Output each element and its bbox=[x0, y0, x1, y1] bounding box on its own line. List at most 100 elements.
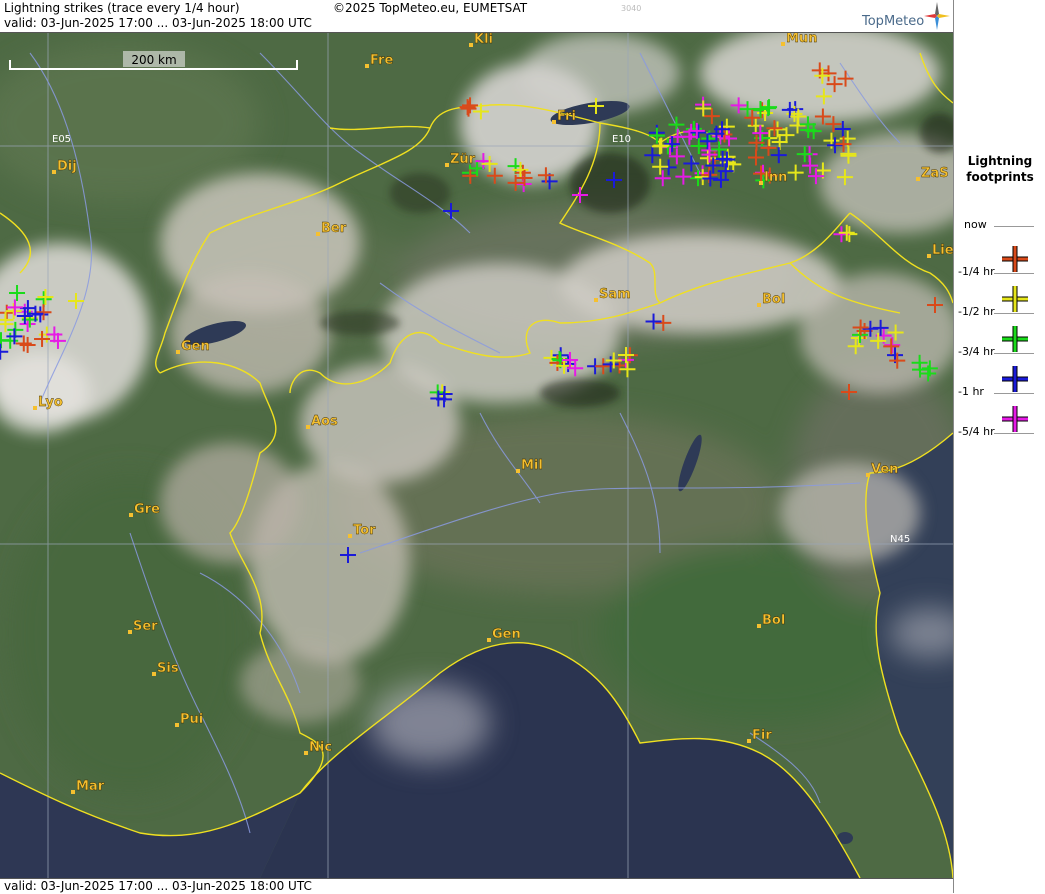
city-dot bbox=[33, 406, 37, 410]
legend-cross-icon bbox=[1002, 326, 1028, 352]
city-label: ZaS bbox=[921, 166, 949, 181]
city-label: Sis bbox=[157, 661, 179, 676]
city-mun: Mun bbox=[781, 33, 818, 46]
grid-label-lon-1: E05 bbox=[52, 134, 71, 145]
scale-label: 200 km bbox=[131, 53, 176, 67]
city-label: Ser bbox=[133, 619, 158, 634]
city-zur: Zür bbox=[445, 152, 476, 167]
city-dot bbox=[175, 723, 179, 727]
city-dot bbox=[747, 739, 751, 743]
legend-cross-icon bbox=[1002, 246, 1028, 272]
city-label: Bol bbox=[762, 292, 785, 307]
city-gre: Gre bbox=[129, 502, 160, 517]
city-label: Tor bbox=[353, 523, 376, 538]
city-inn: Inn bbox=[759, 170, 788, 185]
city-label: Gen bbox=[181, 339, 210, 354]
city-dot bbox=[306, 425, 310, 429]
city-dot bbox=[152, 672, 156, 676]
grid-label-lon-2: E10 bbox=[612, 134, 631, 145]
city-sis: Sis bbox=[152, 661, 179, 676]
city-ven: Ven bbox=[866, 462, 899, 477]
city-dot bbox=[759, 181, 763, 185]
map-code: 3040 bbox=[621, 4, 642, 13]
city-dot bbox=[316, 232, 320, 236]
city-dot bbox=[594, 298, 598, 302]
city-fre: Fre bbox=[365, 53, 394, 68]
city-label: Nic bbox=[309, 740, 332, 755]
city-gen2: Gen bbox=[487, 627, 521, 642]
legend-cross-icon bbox=[1002, 406, 1028, 432]
city-dot bbox=[176, 350, 180, 354]
city-dot bbox=[866, 473, 870, 477]
city-dot bbox=[927, 254, 931, 258]
city-dot bbox=[304, 751, 308, 755]
legend-label: now bbox=[964, 218, 987, 231]
footer-bar: valid: 03-Jun-2025 17:00 ... 03-Jun-2025… bbox=[0, 878, 953, 894]
footer-valid-time: valid: 03-Jun-2025 17:00 ... 03-Jun-2025… bbox=[4, 879, 312, 893]
city-dot bbox=[781, 42, 785, 46]
city-mil: Mil bbox=[516, 458, 543, 473]
city-dot bbox=[552, 120, 556, 124]
city-dot bbox=[916, 177, 920, 181]
city-label: Mun bbox=[786, 33, 817, 46]
city-dot bbox=[469, 43, 473, 47]
city-dot bbox=[71, 790, 75, 794]
legend-title-1: Lightning bbox=[967, 154, 1033, 168]
city-label: Bol bbox=[762, 613, 785, 628]
city-label: Kli bbox=[474, 33, 493, 47]
city-zas: ZaS bbox=[916, 166, 949, 181]
city-label: Aos bbox=[311, 414, 338, 429]
city-gen1: Gen bbox=[176, 339, 210, 354]
compass-logo-icon bbox=[924, 2, 950, 30]
city-tor: Tor bbox=[348, 523, 376, 538]
city-label: Gre bbox=[134, 502, 160, 517]
satellite-map[interactable]: 200 km E05 E10 N45 Kli Mun Fre Fri Dij Zür Inn… bbox=[0, 33, 953, 878]
city-dot bbox=[365, 64, 369, 68]
city-dot bbox=[445, 163, 449, 167]
city-pui: Pui bbox=[175, 712, 203, 727]
city-label: Dij bbox=[57, 159, 77, 174]
city-label: Mil bbox=[521, 458, 543, 473]
city-label: Fre bbox=[370, 53, 393, 68]
city-label: Fri bbox=[557, 109, 576, 124]
city-bol1: Bol bbox=[757, 292, 785, 307]
legend-label: -1/2 hr bbox=[958, 305, 995, 318]
city-label: Mar bbox=[76, 779, 105, 794]
city-label: Zür bbox=[450, 152, 476, 167]
legend-label: -3/4 hr bbox=[958, 345, 995, 358]
city-dot bbox=[487, 638, 491, 642]
legend-title-2: footprints bbox=[966, 170, 1034, 184]
city-dot bbox=[129, 513, 133, 517]
city-label: Ber bbox=[321, 221, 347, 236]
valid-time: valid: 03-Jun-2025 17:00 ... 03-Jun-2025… bbox=[4, 16, 312, 30]
city-sam: Sam bbox=[594, 287, 631, 302]
city-aos: Aos bbox=[306, 414, 338, 429]
city-dot bbox=[128, 630, 132, 634]
legend-panel: Lightning footprints now -1/4 hr -1/2 hr -3… bbox=[953, 0, 1045, 893]
city-dot bbox=[52, 170, 56, 174]
city-bol2: Bol bbox=[757, 613, 785, 628]
legend-label: -1 hr bbox=[958, 385, 984, 398]
city-nic: Nic bbox=[304, 740, 332, 755]
city-label: Sam bbox=[599, 287, 631, 302]
city-label: Lyo bbox=[38, 395, 63, 410]
city-dot bbox=[757, 303, 761, 307]
city-label: Inn bbox=[764, 170, 787, 185]
map-title: Lightning strikes (trace every 1/4 hour) bbox=[4, 1, 240, 15]
city-ber: Ber bbox=[316, 221, 347, 236]
legend-label: -5/4 hr bbox=[958, 425, 995, 438]
city-dot bbox=[348, 534, 352, 538]
city-dot bbox=[516, 469, 520, 473]
brand-name: TopMeteo bbox=[862, 14, 925, 29]
legend-divider bbox=[994, 226, 1034, 227]
city-ser: Ser bbox=[128, 619, 158, 634]
grid-label-lat-1: N45 bbox=[890, 534, 910, 545]
city-label: Pui bbox=[180, 712, 203, 727]
city-label: Fir bbox=[752, 728, 772, 743]
header-bar: Lightning strikes (trace every 1/4 hour)… bbox=[0, 0, 953, 33]
city-label: Ven bbox=[871, 462, 898, 477]
city-label: Lie bbox=[932, 243, 953, 258]
city-mar: Mar bbox=[71, 779, 105, 794]
legend-cross-icon bbox=[1002, 286, 1028, 312]
legend-cross-icon bbox=[1002, 366, 1028, 392]
